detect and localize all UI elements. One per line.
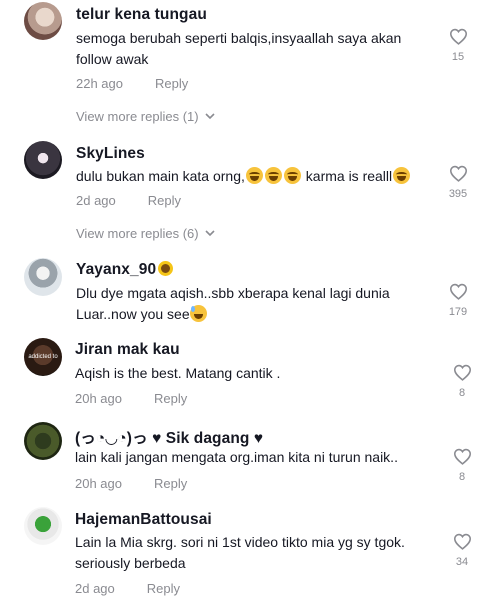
comment-text: dulu bukan main kata orng, karma is real… xyxy=(76,166,436,187)
like-count: 34 xyxy=(455,556,469,568)
comment-meta: 2d ago Reply xyxy=(76,193,181,208)
heart-icon xyxy=(453,448,471,465)
comment-text: lain kali jangan mengata org.iman kita n… xyxy=(75,449,398,465)
view-more-label: View more replies (6) xyxy=(76,226,199,241)
comment-time: 20h ago xyxy=(75,476,122,491)
comment-text-part: dulu bukan main kata orng, xyxy=(76,168,245,184)
view-more-replies[interactable]: View more replies (6) xyxy=(76,226,215,241)
sweat-smile-emoji-icon xyxy=(189,305,207,322)
comment-username[interactable]: Yayanx_90 xyxy=(76,261,174,279)
comment-meta: 2d ago Reply xyxy=(75,581,180,596)
like-button[interactable]: 8 xyxy=(447,448,477,483)
like-button[interactable]: 8 xyxy=(447,364,477,399)
comment-text: Dlu dye mgata aqish..sbb xberapa kenal l… xyxy=(76,283,426,325)
chevron-down-icon xyxy=(205,230,215,237)
comment-meta: 20h ago Reply xyxy=(75,476,187,491)
like-button[interactable]: 34 xyxy=(447,533,477,568)
like-count: 8 xyxy=(458,471,466,483)
reply-button[interactable]: Reply xyxy=(155,76,188,91)
comment-username[interactable]: Jiran mak kau xyxy=(75,341,180,359)
reply-button[interactable]: Reply xyxy=(147,581,180,596)
like-button[interactable]: 395 xyxy=(443,165,473,200)
reply-button[interactable]: Reply xyxy=(148,193,181,208)
comment-username[interactable]: (っ◔◡◔)っ ♥ Sik dagang ♥ xyxy=(75,426,263,448)
comment-meta: 22h ago Reply xyxy=(76,76,188,91)
avatar[interactable] xyxy=(24,2,62,40)
comment-time: 2d ago xyxy=(76,193,116,208)
laughing-emoji-icon xyxy=(393,167,411,184)
avatar[interactable] xyxy=(24,507,62,545)
comment-username[interactable]: HajemanBattousai xyxy=(75,511,212,529)
laughing-emoji-icon xyxy=(245,167,263,184)
like-button[interactable]: 179 xyxy=(443,283,473,318)
comment-username[interactable]: SkyLines xyxy=(76,145,145,163)
comment-username[interactable]: telur kena tungau xyxy=(76,6,207,24)
comment-time: 2d ago xyxy=(75,581,115,596)
sunflower-emoji-icon xyxy=(158,261,174,276)
laughing-emoji-icon xyxy=(264,167,282,184)
like-count: 15 xyxy=(451,51,465,63)
reply-button[interactable]: Reply xyxy=(154,476,187,491)
avatar[interactable] xyxy=(24,258,62,296)
like-button[interactable]: 15 xyxy=(443,28,473,63)
laughing-emoji-icon xyxy=(283,167,301,184)
heart-icon xyxy=(453,364,471,381)
avatar[interactable] xyxy=(24,422,62,460)
comment-time: 22h ago xyxy=(76,76,123,91)
view-more-replies[interactable]: View more replies (1) xyxy=(76,109,215,124)
chevron-down-icon xyxy=(205,113,215,120)
like-count: 179 xyxy=(448,306,468,318)
avatar[interactable]: addicted to xyxy=(24,338,62,376)
comment-time: 20h ago xyxy=(75,391,122,406)
view-more-label: View more replies (1) xyxy=(76,109,199,124)
heart-icon xyxy=(453,533,471,550)
comment-username-text: Yayanx_90 xyxy=(76,261,157,278)
like-count: 8 xyxy=(458,387,466,399)
comment-text: semoga berubah seperti balqis,insyaallah… xyxy=(76,30,402,67)
comment-text: Aqish is the best. Matang cantik . xyxy=(75,365,281,381)
comment-text-part: Dlu dye mgata aqish..sbb xberapa kenal l… xyxy=(76,285,390,322)
heart-icon xyxy=(449,165,467,182)
comment-text: Lain la Mia skrg. sori ni 1st video tikt… xyxy=(75,534,405,571)
avatar[interactable] xyxy=(24,141,62,179)
heart-icon xyxy=(449,28,467,45)
reply-button[interactable]: Reply xyxy=(154,391,187,406)
comment-item: addicted to Jiran mak kau Aqish is the b… xyxy=(0,332,500,422)
avatar-caption: addicted to xyxy=(28,354,58,360)
heart-icon xyxy=(449,283,467,300)
like-count: 395 xyxy=(448,188,468,200)
comment-text-part: karma is realll xyxy=(301,168,393,184)
comment-meta: 20h ago Reply xyxy=(75,391,187,406)
